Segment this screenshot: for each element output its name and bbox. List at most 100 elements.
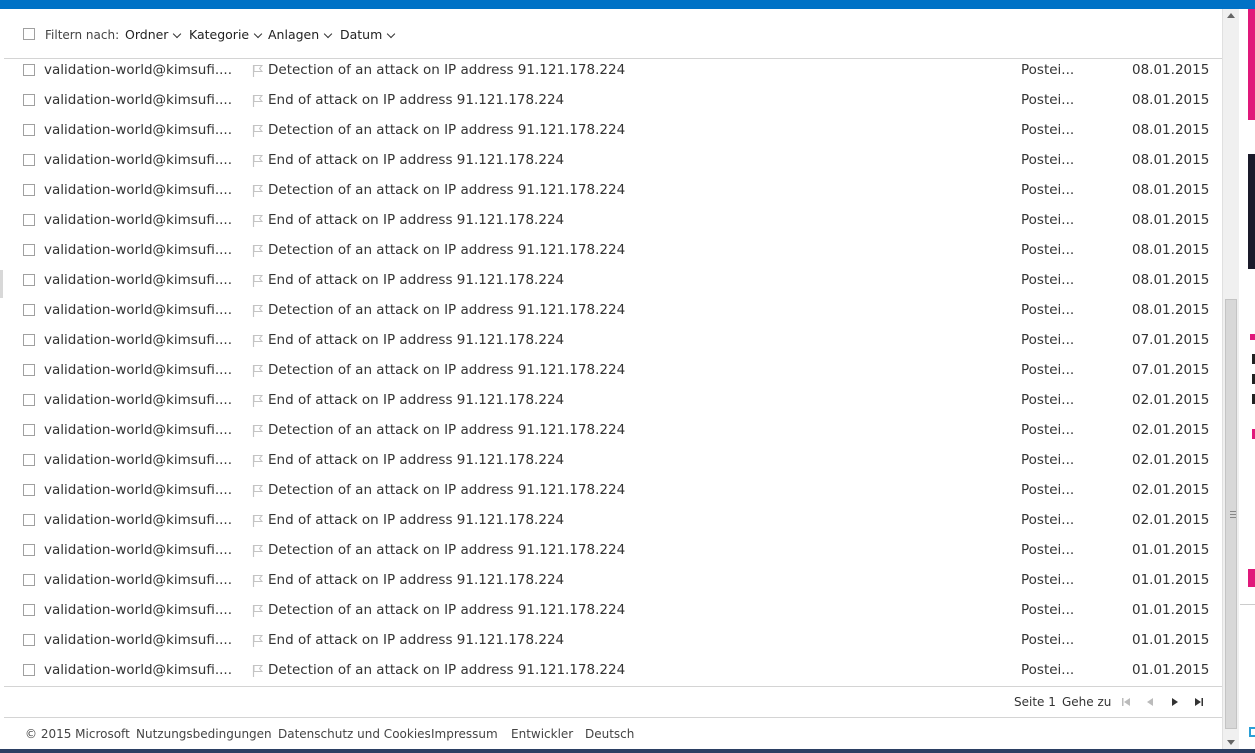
- message-select-checkbox[interactable]: [23, 454, 35, 466]
- flag-icon[interactable]: [252, 94, 264, 108]
- message-row[interactable]: validation-world@kimsufi.... Detection of…: [4, 181, 1222, 211]
- filter-category-dropdown[interactable]: Kategorie: [189, 27, 263, 42]
- message-row[interactable]: validation-world@kimsufi.... Detection of…: [4, 121, 1222, 151]
- flag-icon[interactable]: [252, 514, 264, 528]
- message-row[interactable]: validation-world@kimsufi.... End of attac…: [4, 331, 1222, 361]
- message-row[interactable]: validation-world@kimsufi.... Detection of…: [4, 361, 1222, 391]
- message-folder: Postei...: [1021, 512, 1075, 528]
- message-select-checkbox[interactable]: [23, 154, 35, 166]
- message-select-checkbox[interactable]: [23, 514, 35, 526]
- message-row[interactable]: validation-world@kimsufi.... End of attac…: [4, 571, 1222, 601]
- message-row[interactable]: validation-world@kimsufi.... Detection of…: [4, 601, 1222, 631]
- flag-icon[interactable]: [252, 544, 264, 558]
- message-subject: End of attack on IP address 91.121.178.2…: [268, 632, 565, 648]
- message-select-checkbox[interactable]: [23, 394, 35, 406]
- message-row[interactable]: validation-world@kimsufi.... End of attac…: [4, 631, 1222, 661]
- left-pane-handle[interactable]: [0, 270, 3, 298]
- footer-link-terms[interactable]: Nutzungsbedingungen: [136, 727, 272, 741]
- previous-page-icon[interactable]: [1143, 695, 1157, 709]
- message-subject: Detection of an attack on IP address 91.…: [268, 662, 626, 678]
- vertical-scrollbar[interactable]: [1222, 9, 1239, 749]
- message-date: 08.01.2015: [1132, 62, 1210, 78]
- flag-icon[interactable]: [252, 214, 264, 228]
- message-row[interactable]: validation-world@kimsufi.... Detection of…: [4, 301, 1222, 331]
- message-date: 02.01.2015: [1132, 422, 1210, 438]
- flag-icon[interactable]: [252, 244, 264, 258]
- flag-icon[interactable]: [252, 664, 264, 678]
- message-row[interactable]: validation-world@kimsufi.... Detection of…: [4, 541, 1222, 571]
- message-select-checkbox[interactable]: [23, 574, 35, 586]
- scroll-down-icon[interactable]: [1227, 740, 1235, 745]
- flag-icon[interactable]: [252, 604, 264, 618]
- footer-link-imprint[interactable]: Impressum: [431, 727, 498, 741]
- message-sender: validation-world@kimsufi....: [44, 572, 232, 588]
- flag-icon[interactable]: [252, 124, 264, 138]
- message-select-checkbox[interactable]: [23, 304, 35, 316]
- footer-link-developers[interactable]: Entwickler: [511, 727, 573, 741]
- message-select-checkbox[interactable]: [23, 424, 35, 436]
- message-select-checkbox[interactable]: [23, 94, 35, 106]
- message-row[interactable]: validation-world@kimsufi.... End of attac…: [4, 391, 1222, 421]
- message-subject: End of attack on IP address 91.121.178.2…: [268, 392, 565, 408]
- flag-icon[interactable]: [252, 184, 264, 198]
- message-date: 01.01.2015: [1132, 542, 1210, 558]
- goto-page-button[interactable]: Gehe zu: [1062, 695, 1111, 709]
- message-select-checkbox[interactable]: [23, 634, 35, 646]
- first-page-icon[interactable]: [1119, 695, 1133, 709]
- message-select-checkbox[interactable]: [23, 334, 35, 346]
- side-advertisement[interactable]: [1240, 9, 1255, 749]
- flag-icon[interactable]: [252, 424, 264, 438]
- flag-icon[interactable]: [252, 64, 264, 78]
- flag-icon[interactable]: [252, 274, 264, 288]
- flag-icon[interactable]: [252, 334, 264, 348]
- message-select-checkbox[interactable]: [23, 664, 35, 676]
- message-row[interactable]: validation-world@kimsufi.... Detection of…: [4, 421, 1222, 451]
- footer: © 2015 Microsoft Nutzungsbedingungen Dat…: [4, 717, 1222, 749]
- footer-copyright: © 2015 Microsoft: [25, 727, 130, 741]
- message-row[interactable]: validation-world@kimsufi.... End of attac…: [4, 511, 1222, 541]
- top-accent-bar: [0, 0, 1255, 9]
- filter-attachments-dropdown[interactable]: Anlagen: [268, 27, 333, 42]
- flag-icon[interactable]: [252, 484, 264, 498]
- message-sender: validation-world@kimsufi....: [44, 182, 232, 198]
- filter-date-dropdown[interactable]: Datum: [340, 27, 396, 42]
- message-select-checkbox[interactable]: [23, 244, 35, 256]
- grip-line: [1230, 511, 1236, 512]
- message-select-checkbox[interactable]: [23, 214, 35, 226]
- message-select-checkbox[interactable]: [23, 184, 35, 196]
- message-row[interactable]: validation-world@kimsufi.... End of attac…: [4, 271, 1222, 301]
- message-select-checkbox[interactable]: [23, 124, 35, 136]
- ad-mark: [1248, 569, 1255, 587]
- message-select-checkbox[interactable]: [23, 64, 35, 76]
- next-page-icon[interactable]: [1168, 695, 1182, 709]
- message-row[interactable]: validation-world@kimsufi.... Detection of…: [4, 61, 1222, 91]
- scrollbar-thumb[interactable]: [1225, 299, 1237, 729]
- flag-icon[interactable]: [252, 394, 264, 408]
- flag-icon[interactable]: [252, 454, 264, 468]
- message-date: 08.01.2015: [1132, 212, 1210, 228]
- ad-choices-icon[interactable]: [1249, 727, 1255, 737]
- message-select-checkbox[interactable]: [23, 544, 35, 556]
- flag-icon[interactable]: [252, 574, 264, 588]
- flag-icon[interactable]: [252, 154, 264, 168]
- message-select-checkbox[interactable]: [23, 364, 35, 376]
- message-row[interactable]: validation-world@kimsufi.... End of attac…: [4, 451, 1222, 481]
- message-row[interactable]: validation-world@kimsufi.... Detection of…: [4, 241, 1222, 271]
- message-select-checkbox[interactable]: [23, 484, 35, 496]
- message-select-checkbox[interactable]: [23, 274, 35, 286]
- scroll-up-icon[interactable]: [1227, 13, 1235, 18]
- message-row[interactable]: validation-world@kimsufi.... End of attac…: [4, 151, 1222, 181]
- message-row[interactable]: validation-world@kimsufi.... End of attac…: [4, 91, 1222, 121]
- footer-link-language[interactable]: Deutsch: [585, 727, 634, 741]
- message-row[interactable]: validation-world@kimsufi.... End of attac…: [4, 211, 1222, 241]
- last-page-icon[interactable]: [1192, 695, 1206, 709]
- message-row[interactable]: validation-world@kimsufi.... Detection of…: [4, 481, 1222, 511]
- message-select-checkbox[interactable]: [23, 604, 35, 616]
- flag-icon[interactable]: [252, 634, 264, 648]
- flag-icon[interactable]: [252, 364, 264, 378]
- footer-link-privacy[interactable]: Datenschutz und Cookies: [278, 727, 431, 741]
- filter-folder-dropdown[interactable]: Ordner: [125, 27, 182, 42]
- flag-icon[interactable]: [252, 304, 264, 318]
- ad-banner-stripe: [1248, 9, 1255, 120]
- select-all-checkbox[interactable]: [23, 28, 35, 40]
